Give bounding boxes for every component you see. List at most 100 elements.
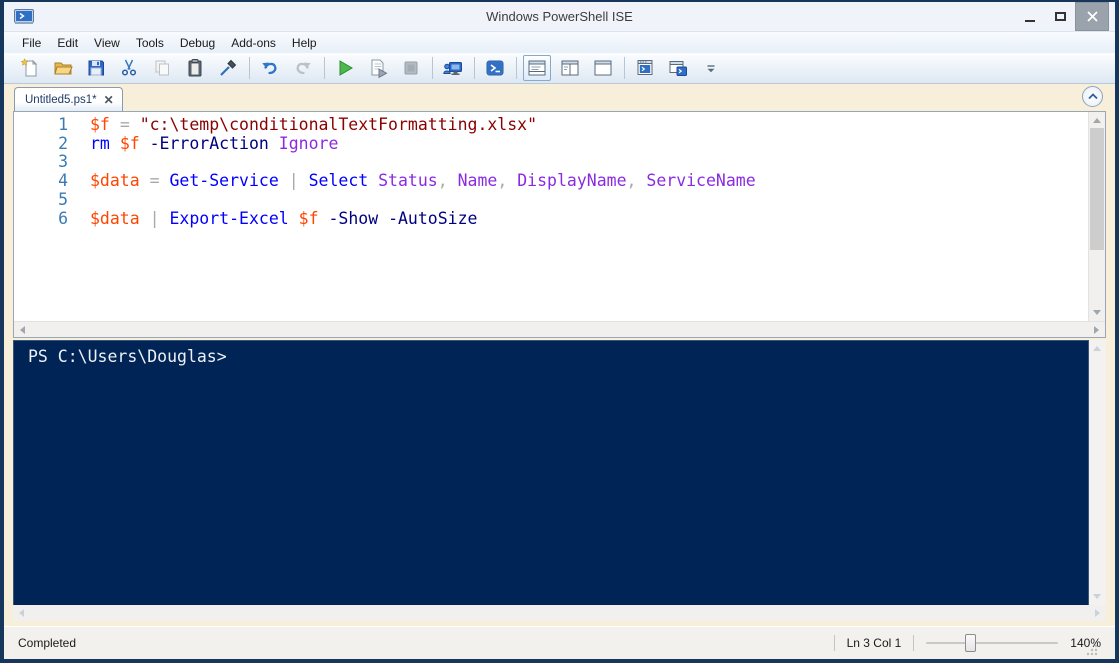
code-text: $f = "c:\temp\conditionalTextFormatting.… [90, 115, 538, 134]
redo-icon [296, 62, 311, 75]
window-title: Windows PowerShell ISE [486, 9, 633, 24]
line-number: 4 [58, 171, 68, 191]
copy-button[interactable] [148, 55, 176, 81]
code-text: $data = Get-Service | Select Status, Nam… [90, 171, 756, 191]
layout-top-icon [528, 60, 546, 76]
save-icon [88, 60, 104, 76]
code-line-1: 1 $f = "c:\temp\conditionalTextFormatting… [15, 115, 1087, 135]
menu-item-add-ons[interactable]: Add-ons [223, 33, 284, 53]
run-selection-icon [371, 59, 388, 78]
new-script-button[interactable] [16, 55, 44, 81]
scroll-down-icon[interactable] [1093, 310, 1101, 315]
overflow-icon [707, 65, 715, 73]
status-bar: Completed Ln 3 Col 1 140% [4, 626, 1115, 659]
line-number: 3 [58, 152, 68, 172]
zoom-slider[interactable] [926, 634, 1059, 652]
editor-scroll-thumb[interactable] [1090, 128, 1104, 250]
powershell-ise-window: Windows PowerShell ISE File Edit View Tools… [0, 0, 1119, 663]
code-line-5: 5 [15, 189, 1087, 210]
scroll-right-icon[interactable] [1094, 326, 1099, 334]
copy-icon [155, 60, 169, 76]
paste-button[interactable] [181, 55, 209, 81]
console-pane: PS C:\Users\Douglas> [13, 340, 1106, 621]
stop-operation-button[interactable] [397, 55, 425, 81]
maximize-button[interactable] [1045, 2, 1075, 31]
run-selection-button[interactable] [364, 55, 392, 81]
clear-console-icon [220, 59, 237, 76]
toolbar-separator [432, 57, 433, 79]
code-line-2: 2 rm $f -ErrorAction Ignore [15, 133, 1087, 154]
chevron-up-icon [1087, 93, 1098, 100]
console-vertical-scrollbar[interactable] [1089, 340, 1106, 605]
save-button[interactable] [82, 55, 110, 81]
scroll-down-icon[interactable] [1093, 594, 1101, 599]
menu-item-view[interactable]: View [86, 33, 128, 53]
scroll-left-icon[interactable] [19, 609, 24, 617]
powershell-window-icon [669, 61, 687, 76]
scroll-left-icon[interactable] [20, 326, 25, 334]
new-remote-powershell-tab-button[interactable] [439, 55, 467, 81]
tab-untitled5[interactable]: Untitled5.ps1* ✕ [14, 87, 123, 111]
clear-console-pane-button[interactable] [214, 55, 242, 81]
code-text: rm $f -ErrorAction Ignore [90, 133, 339, 153]
toolbar [4, 53, 1115, 84]
tab-close-icon[interactable]: ✕ [104, 94, 114, 106]
layout-max-icon [594, 60, 612, 76]
status-message: Completed [18, 636, 77, 650]
resize-grip-icon[interactable] [1085, 643, 1099, 657]
powershell-window-button[interactable] [664, 55, 692, 81]
powershell-tab-icon [637, 60, 653, 75]
undo-icon [262, 62, 277, 75]
status-separator [833, 635, 835, 651]
minimize-icon [1025, 19, 1035, 22]
close-button[interactable] [1075, 2, 1109, 31]
start-powershell-exe-button[interactable] [481, 55, 509, 81]
new-script-icon [20, 58, 38, 77]
scroll-up-icon[interactable] [1093, 118, 1101, 123]
scroll-up-icon[interactable] [1093, 346, 1101, 351]
editor-horizontal-scrollbar[interactable] [14, 321, 1105, 337]
show-script-pane-top-button[interactable] [523, 55, 551, 81]
cursor-position: Ln 3 Col 1 [846, 636, 902, 650]
stop-icon [404, 61, 418, 75]
line-number: 6 [58, 208, 68, 228]
toolbar-separator [624, 57, 625, 79]
code-line-4: 4 $data = Get-Service | Select Status, Na… [15, 171, 1087, 191]
run-script-button[interactable] [331, 55, 359, 81]
menu-item-tools[interactable]: Tools [128, 33, 172, 53]
toolbar-separator [516, 57, 517, 79]
zoom-slider-track[interactable] [926, 642, 1059, 644]
redo-button[interactable] [289, 55, 317, 81]
undo-button[interactable] [256, 55, 284, 81]
minimize-button[interactable] [1015, 2, 1045, 31]
console-horizontal-scrollbar[interactable] [13, 605, 1106, 621]
line-number: 2 [58, 133, 68, 153]
toolbar-overflow-button[interactable] [697, 55, 725, 81]
workspace: Untitled5.ps1* ✕ 1 $f = "c:\temp\conditio… [4, 84, 1115, 626]
toolbar-separator [474, 57, 475, 79]
status-separator [913, 635, 915, 651]
tab-label: Untitled5.ps1* [25, 93, 97, 106]
cut-button[interactable] [115, 55, 143, 81]
menu-item-debug[interactable]: Debug [172, 33, 223, 53]
menu-item-help[interactable]: Help [284, 33, 325, 53]
zoom-slider-thumb[interactable] [964, 634, 976, 652]
show-script-pane-right-button[interactable] [556, 55, 584, 81]
script-code[interactable]: 1 $f = "c:\temp\conditionalTextFormatting… [15, 112, 1087, 321]
console-output[interactable]: PS C:\Users\Douglas> [13, 340, 1089, 605]
script-editor-pane[interactable]: 1 $f = "c:\temp\conditionalTextFormatting… [13, 111, 1106, 338]
new-powershell-tab-button[interactable] [631, 55, 659, 81]
collapse-script-pane-button[interactable] [1082, 86, 1103, 107]
show-script-pane-maximized-button[interactable] [589, 55, 617, 81]
line-number: 5 [58, 189, 68, 209]
menu-item-file[interactable]: File [14, 33, 49, 53]
menu-item-edit[interactable]: Edit [49, 33, 86, 53]
scroll-right-icon[interactable] [1095, 609, 1100, 617]
code-line-3: 3 [15, 153, 1087, 172]
editor-vertical-scrollbar[interactable] [1088, 112, 1105, 321]
open-script-button[interactable] [49, 55, 77, 81]
powershell-icon [486, 60, 504, 76]
toolbar-separator [249, 57, 250, 79]
toolbar-separator [324, 57, 325, 79]
cut-icon [121, 59, 137, 76]
